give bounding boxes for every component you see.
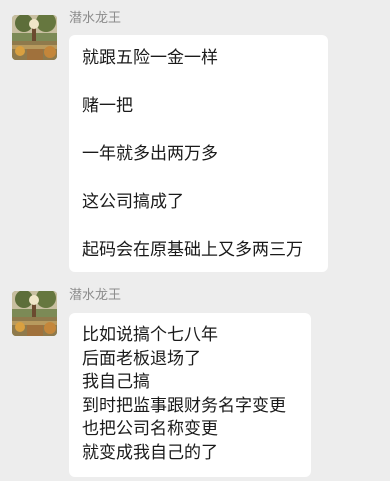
message-line: 到时把监事跟财务名字变更 [82, 395, 286, 416]
sender-name: 潜水龙王 [69, 288, 122, 303]
message-line: 赌一把 [82, 96, 133, 116]
message-line: 就变成我自己的了 [82, 442, 218, 463]
message-bubble[interactable]: 比如说搞个七八年 后面老板退场了 我自己搞 到时把监事跟财务名字变更 也把公司名… [69, 313, 311, 477]
message-line: 我自己搞 [82, 372, 150, 393]
sender-name: 潜水龙王 [69, 11, 122, 26]
message-line: 一年就多出两万多 [82, 144, 218, 164]
avatar[interactable] [12, 15, 57, 60]
message-bubble[interactable]: 就跟五险一金一样 赌一把 一年就多出两万多 这公司搞成了 起码会在原基础上又多两… [69, 35, 328, 272]
message-line: 就跟五险一金一样 [82, 48, 218, 68]
message-line: 这公司搞成了 [82, 192, 184, 212]
landscape-avatar-icon [12, 15, 57, 60]
message-line: 比如说搞个七八年 [82, 325, 218, 345]
message-line: 也把公司名称变更 [82, 419, 218, 440]
landscape-avatar-icon [12, 291, 57, 336]
avatar[interactable] [12, 291, 57, 336]
message-line: 起码会在原基础上又多两三万 [82, 240, 303, 260]
message-line: 后面老板退场了 [82, 348, 201, 369]
